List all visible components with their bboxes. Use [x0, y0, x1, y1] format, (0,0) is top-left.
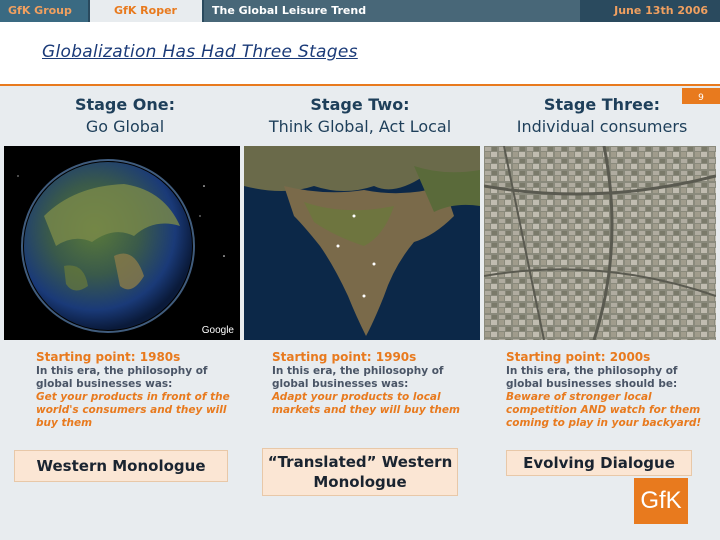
header-topic: The Global Leisure Trend [204, 0, 580, 22]
stage-three-starting-point: Starting point: 2000s [506, 350, 651, 364]
stage-three-subtitle: Individual consumers [516, 117, 688, 136]
western-monologue-box: Western Monologue [14, 450, 228, 482]
globe-from-space-image: Google [4, 146, 240, 340]
stage-two-era-text: Starting point: 1990s In this era, the p… [272, 350, 464, 417]
stage-one-title: Stage One: [74, 95, 176, 114]
header-bar: GfK Group GfK Roper The Global Leisure T… [0, 0, 720, 22]
gfk-logo: GfK [634, 478, 688, 524]
translated-western-monologue-box: “Translated” Western Monologue [262, 448, 458, 496]
stage-three-title: Stage Three: [543, 95, 661, 114]
header-date: June 13th 2006 [582, 0, 720, 22]
tab-gfk-group[interactable]: GfK Group [0, 0, 88, 22]
stage-one-philosophy: Get your products in front of the world'… [36, 391, 230, 429]
stage-three-intro: In this era, the philosophy of global bu… [506, 365, 678, 390]
stage-three-heading: Stage Three: Individual consumers [488, 94, 716, 138]
evolving-dialogue-box: Evolving Dialogue [506, 450, 692, 476]
stage-two-philosophy: Adapt your products to local markets and… [272, 391, 460, 416]
stage-one-heading: Stage One: Go Global [20, 94, 230, 138]
stage-one-intro: In this era, the philosophy of global bu… [36, 365, 208, 390]
stage-two-starting-point: Starting point: 1990s [272, 350, 417, 364]
stage-two-subtitle: Think Global, Act Local [268, 117, 452, 136]
page-title: Globalization Has Had Three Stages [42, 42, 358, 62]
stage-two-intro: In this era, the philosophy of global bu… [272, 365, 444, 390]
stage-one-era-text: Starting point: 1980s In this era, the p… [36, 350, 232, 430]
stage-three-era-text: Starting point: 2000s In this era, the p… [506, 350, 702, 430]
stage-one-starting-point: Starting point: 1980s [36, 350, 181, 364]
stage-two-title: Stage Two: [310, 95, 410, 114]
google-watermark: Google [201, 325, 234, 336]
title-area: Globalization Has Had Three Stages [0, 22, 720, 86]
tab-gfk-roper[interactable]: GfK Roper [90, 0, 202, 22]
stage-three-philosophy: Beware of stronger local competition AND… [506, 391, 702, 429]
aerial-view-of-dense-city-image [484, 146, 716, 340]
stage-two-heading: Stage Two: Think Global, Act Local [262, 94, 458, 138]
stage-one-subtitle: Go Global [85, 117, 165, 136]
satellite-map-of-india-image [244, 146, 480, 340]
